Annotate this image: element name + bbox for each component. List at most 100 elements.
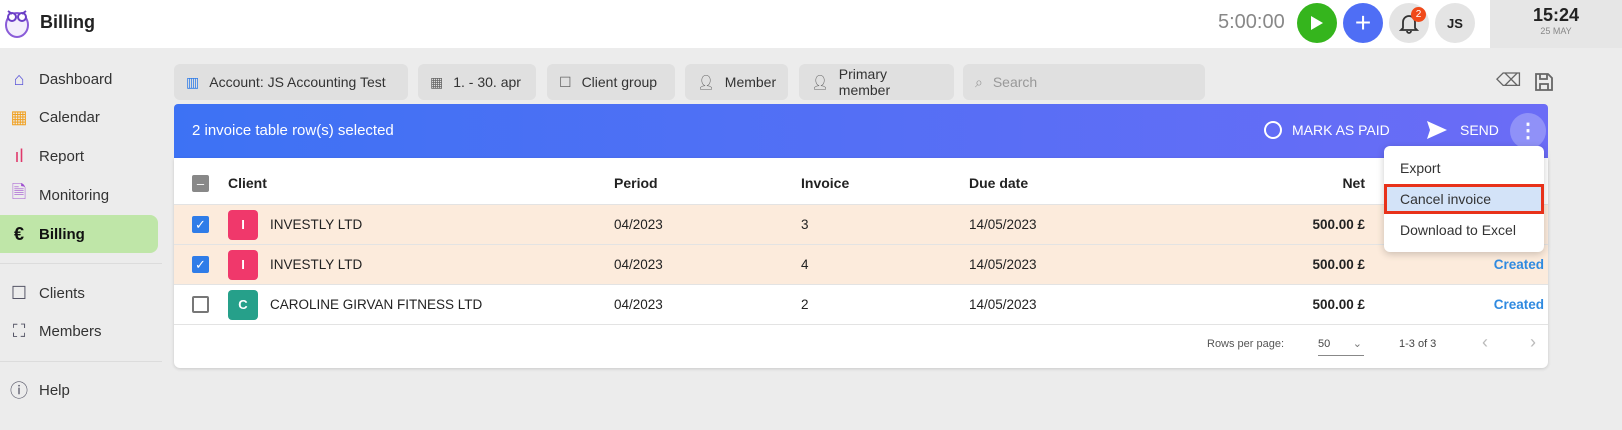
- sidebar-item-members[interactable]: ⛶ Members: [0, 312, 158, 350]
- sidebar-item-report[interactable]: ıl Report: [0, 137, 158, 175]
- sidebar-item-label: Members: [39, 322, 102, 340]
- due-date-cell: 14/05/2023: [969, 257, 1037, 272]
- due-date-cell: 14/05/2023: [969, 217, 1037, 232]
- more-options-icon[interactable]: ⋮: [1510, 113, 1546, 149]
- sidebar-item-label: Billing: [39, 225, 85, 243]
- invoice-cell: 4: [801, 257, 809, 272]
- column-header-due-date[interactable]: Due date: [969, 162, 1028, 205]
- sidebar-item-label: Calendar: [39, 108, 100, 126]
- invoice-table: – Client Period Invoice Due date Net ✓ I…: [174, 158, 1548, 368]
- sidebar-item-label: Report: [39, 147, 85, 165]
- account-filter-label: Account: JS Accounting Test: [209, 74, 386, 90]
- send-icon: [1427, 121, 1447, 139]
- user-avatar[interactable]: JS: [1435, 3, 1475, 43]
- monitoring-icon: 🗎: [11, 182, 27, 202]
- save-icon[interactable]: [1534, 72, 1554, 92]
- mark-as-paid-button[interactable]: MARK AS PAID: [1264, 121, 1390, 139]
- column-header-invoice[interactable]: Invoice: [801, 162, 849, 205]
- menu-item-cancel-invoice[interactable]: Cancel invoice: [1384, 184, 1544, 214]
- next-page-icon[interactable]: ›: [1530, 332, 1536, 353]
- menu-item-download-excel[interactable]: Download to Excel: [1384, 215, 1544, 245]
- bar-chart-icon: ıl: [14, 145, 24, 166]
- sidebar-item-calendar[interactable]: ▦ Calendar: [0, 98, 158, 136]
- sidebar-divider: [0, 263, 162, 264]
- column-header-period[interactable]: Period: [614, 162, 658, 205]
- briefcase-icon: ▥: [186, 73, 200, 90]
- person-icon: 👤︎: [811, 73, 829, 90]
- client-group-icon: ☐: [559, 73, 572, 90]
- client-avatar: I: [228, 250, 258, 280]
- invoice-cell: 2: [801, 297, 809, 312]
- selection-banner: 2 invoice table row(s) selected MARK AS …: [174, 104, 1548, 158]
- euro-icon: €: [13, 223, 24, 244]
- sidebar-item-monitoring[interactable]: 🗎 Monitoring: [0, 176, 158, 214]
- clear-filters-icon[interactable]: ⌫: [1496, 70, 1521, 91]
- period-cell: 04/2023: [614, 217, 663, 232]
- net-cell: 500.00 £: [1312, 217, 1365, 232]
- search-icon: ⌕: [975, 73, 983, 90]
- selection-count: 2 invoice table row(s) selected: [192, 122, 394, 139]
- net-cell: 500.00 £: [1312, 297, 1365, 312]
- sidebar-item-help[interactable]: ⓘ Help: [0, 371, 158, 409]
- plus-icon: +: [1354, 7, 1372, 38]
- row-checkbox[interactable]: ✓: [192, 216, 209, 233]
- row-checkbox[interactable]: [192, 296, 209, 313]
- member-filter[interactable]: 👤︎ Member: [685, 64, 788, 100]
- client-name[interactable]: CAROLINE GIRVAN FITNESS LTD: [270, 285, 482, 325]
- client-group-label: Client group: [581, 74, 658, 90]
- sidebar-item-dashboard[interactable]: ⌂ Dashboard: [0, 60, 158, 98]
- rows-per-page-select[interactable]: 50 ⌄: [1318, 332, 1364, 356]
- primary-member-filter[interactable]: 👤︎ Primary member: [799, 64, 954, 100]
- start-timer-button[interactable]: [1297, 3, 1337, 43]
- client-name[interactable]: INVESTLY LTD: [270, 205, 362, 245]
- column-header-client[interactable]: Client: [228, 162, 267, 205]
- sidebar-item-clients[interactable]: ☐ Clients: [0, 274, 158, 312]
- client-group-filter[interactable]: ☐ Client group: [547, 64, 675, 100]
- client-avatar: C: [228, 290, 258, 320]
- net-cell: 500.00 £: [1312, 257, 1365, 272]
- calendar-icon: ▦: [430, 73, 444, 90]
- home-icon: ⌂: [13, 68, 25, 89]
- help-icon: ⓘ: [10, 381, 28, 401]
- search-placeholder: Search: [992, 74, 1038, 90]
- primary-member-label: Primary member: [838, 66, 891, 98]
- column-header-net[interactable]: Net: [1342, 162, 1365, 205]
- page-title: Billing: [40, 12, 95, 32]
- account-filter[interactable]: ▥ Account: JS Accounting Test: [174, 64, 408, 100]
- notification-badge: 2: [1411, 7, 1426, 22]
- period-cell: 04/2023: [614, 257, 663, 272]
- members-icon: ⛶: [12, 320, 26, 341]
- more-options-menu: Export Cancel invoice Download to Excel: [1384, 146, 1544, 252]
- owl-logo-icon: [5, 10, 29, 38]
- timer-display: 5:00:00: [1218, 11, 1285, 33]
- table-header-row: – Client Period Invoice Due date Net: [174, 162, 1548, 205]
- sidebar-item-label: Dashboard: [39, 70, 113, 88]
- client-name[interactable]: INVESTLY LTD: [270, 245, 362, 285]
- row-checkbox[interactable]: ✓: [192, 256, 209, 273]
- select-all-checkbox[interactable]: –: [192, 175, 209, 192]
- rows-per-page-label: Rows per page:: [1207, 338, 1285, 350]
- clock-time: 15:24: [1532, 5, 1580, 25]
- table-row[interactable]: C CAROLINE GIRVAN FITNESS LTD 04/2023 2 …: [174, 285, 1548, 325]
- sidebar-item-label: Help: [39, 381, 70, 399]
- table-row[interactable]: ✓ I INVESTLY LTD 04/2023 3 14/05/2023 50…: [174, 205, 1548, 245]
- period-cell: 04/2023: [614, 297, 663, 312]
- play-icon: [1311, 16, 1323, 30]
- status-link[interactable]: Created: [1494, 285, 1544, 325]
- add-button[interactable]: +: [1343, 3, 1383, 43]
- table-row[interactable]: ✓ I INVESTLY LTD 04/2023 4 14/05/2023 50…: [174, 245, 1548, 285]
- mark-as-paid-label: MARK AS PAID: [1292, 122, 1390, 138]
- notifications-button[interactable]: 2: [1389, 3, 1429, 43]
- period-filter[interactable]: ▦ 1. - 30. apr: [418, 64, 536, 100]
- send-button[interactable]: SEND: [1426, 120, 1499, 140]
- sidebar-item-label: Clients: [39, 284, 85, 302]
- search-input[interactable]: ⌕ Search: [963, 64, 1205, 100]
- sidebar-item-billing[interactable]: € Billing: [0, 215, 158, 253]
- send-label: SEND: [1460, 122, 1499, 138]
- top-bar: Billing 5:00:00 + 2 JS: [0, 0, 1490, 48]
- invoice-cell: 3: [801, 217, 809, 232]
- member-label: Member: [724, 74, 777, 90]
- menu-item-export[interactable]: Export: [1384, 153, 1544, 183]
- chevron-down-icon: ⌄: [1352, 338, 1362, 350]
- previous-page-icon[interactable]: ‹: [1482, 332, 1488, 353]
